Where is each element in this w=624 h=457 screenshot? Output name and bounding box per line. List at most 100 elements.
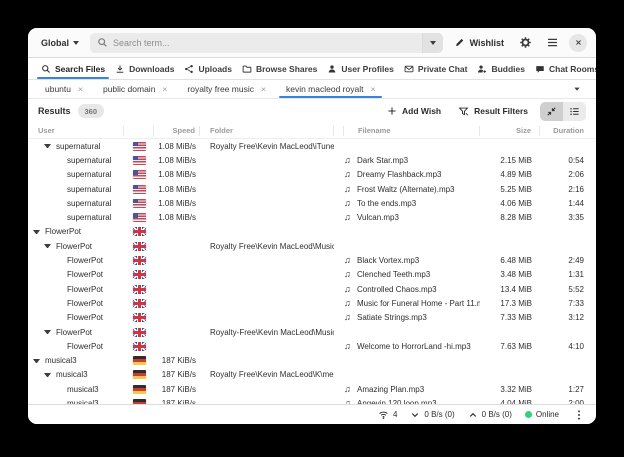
- window-close-button[interactable]: [569, 34, 587, 52]
- main-tab-bar: Search Files Downloads Uploads Browse Sh…: [28, 58, 596, 80]
- statusbar-menu-button[interactable]: [572, 408, 586, 422]
- result-filters-button[interactable]: Result Filters: [453, 103, 533, 120]
- result-row[interactable]: FlowerPot: [28, 225, 596, 239]
- username: musical3: [56, 370, 88, 379]
- connection-status[interactable]: Online: [525, 410, 559, 419]
- search-tab-kevin-macleod-royalt[interactable]: kevin macleod royalt: [279, 80, 382, 98]
- filename-cell: Dark Star.mp3: [344, 156, 480, 165]
- duration-cell: 1:27: [540, 385, 596, 394]
- collapse-all-toggle[interactable]: [540, 102, 563, 121]
- filename-text: Amazing Plan.mp3: [357, 385, 424, 394]
- search-tab-label: kevin macleod royalt: [286, 84, 363, 94]
- download-rate-indicator[interactable]: 0 B/s (0): [410, 410, 454, 420]
- result-row[interactable]: FlowerPot Welcome to HorrorLand -hi.mp3 …: [28, 339, 596, 353]
- tab-user-profiles[interactable]: User Profiles: [322, 58, 398, 79]
- country-cell: [124, 313, 154, 322]
- collapse-icon: [546, 106, 557, 117]
- close-tab-icon[interactable]: [78, 85, 83, 94]
- size-cell: 7.33 MiB: [480, 313, 540, 322]
- close-tab-icon[interactable]: [261, 85, 266, 94]
- search-tab-label: ubuntu: [45, 84, 71, 94]
- main-menu-button[interactable]: [542, 33, 562, 53]
- column-header-fname[interactable]: Filename: [344, 126, 480, 136]
- result-row[interactable]: musical3 187 KiB/s Angevin 120 loop.mp3 …: [28, 396, 596, 404]
- duration-cell: 1:31: [540, 270, 596, 279]
- result-row[interactable]: supernatural 1.08 MiB/s Dark Star.mp3 2.…: [28, 153, 596, 167]
- search-tab-royalty-free-music[interactable]: royalty free music: [180, 80, 273, 98]
- column-header-queue[interactable]: [334, 126, 344, 136]
- tab-downloads[interactable]: Downloads: [110, 58, 179, 79]
- column-header-size[interactable]: Size: [480, 126, 540, 136]
- result-row[interactable]: musical3 187 KiB/s Amazing Plan.mp3 3.32…: [28, 382, 596, 396]
- result-row[interactable]: supernatural 1.08 MiB/s To the ends.mp3 …: [28, 196, 596, 210]
- result-row[interactable]: musical3 187 KiB/s: [28, 353, 596, 367]
- username: supernatural: [67, 199, 111, 208]
- expander-icon[interactable]: [44, 373, 51, 377]
- result-row[interactable]: FlowerPot Satiate Strings.mp3 7.33 MiB 3…: [28, 311, 596, 325]
- pencil-icon: [454, 37, 465, 48]
- column-header-dur[interactable]: Duration: [540, 126, 596, 136]
- upload-rate-indicator[interactable]: 0 B/s (0): [468, 410, 512, 420]
- user-cell: FlowerPot: [28, 256, 124, 265]
- filename-cell: Satiate Strings.mp3: [344, 313, 480, 322]
- filename-cell: Frost Waltz (Alternate).mp3: [344, 185, 480, 194]
- column-header-folder[interactable]: Folder: [200, 126, 334, 136]
- close-tab-icon[interactable]: [162, 85, 167, 94]
- result-row[interactable]: FlowerPot Clenched Teeth.mp3 3.48 MiB 1:…: [28, 268, 596, 282]
- search-scope-button[interactable]: Global: [37, 35, 83, 51]
- online-status-icon: [525, 411, 532, 418]
- tab-private-chat[interactable]: Private Chat: [399, 58, 473, 79]
- tab-overview-button[interactable]: [568, 82, 586, 96]
- speed-cell: 1.08 MiB/s: [154, 185, 200, 194]
- expander-icon[interactable]: [44, 244, 51, 248]
- preferences-button[interactable]: [515, 33, 535, 53]
- gb-flag-icon: [133, 227, 146, 236]
- wishlist-button[interactable]: Wishlist: [450, 34, 508, 51]
- result-row[interactable]: supernatural 1.08 MiB/s Frost Waltz (Alt…: [28, 182, 596, 196]
- filename-cell: Vulcan.mp3: [344, 213, 480, 222]
- result-row[interactable]: musical3 187 KiB/s Royalty Free\Kevin Ma…: [28, 368, 596, 382]
- duration-cell: 2:16: [540, 185, 596, 194]
- add-wish-button[interactable]: Add Wish: [382, 103, 446, 119]
- us-flag-icon: [133, 199, 146, 208]
- music-note-icon: [344, 156, 357, 165]
- connections-indicator[interactable]: 4: [378, 409, 397, 420]
- expander-icon[interactable]: [33, 359, 40, 363]
- column-header-speed[interactable]: Speed: [154, 126, 200, 136]
- tab-chat-rooms[interactable]: Chat Rooms: [530, 58, 596, 79]
- result-row[interactable]: FlowerPot Black Vortex.mp3 6.48 MiB 2:49: [28, 253, 596, 267]
- gb-flag-icon: [133, 242, 146, 251]
- size-cell: 2.15 MiB: [480, 156, 540, 165]
- result-row[interactable]: supernatural 1.08 MiB/s Royalty Free\Kev…: [28, 139, 596, 153]
- column-header-flag[interactable]: [124, 126, 154, 136]
- result-row[interactable]: FlowerPot Controlled Chaos.mp3 13.4 MiB …: [28, 282, 596, 296]
- column-header-user[interactable]: User: [28, 126, 124, 136]
- speed-cell: 1.08 MiB/s: [154, 142, 200, 151]
- result-row[interactable]: supernatural 1.08 MiB/s Vulcan.mp3 8.28 …: [28, 210, 596, 224]
- username: supernatural: [67, 156, 111, 165]
- tab-browse-shares[interactable]: Browse Shares: [237, 58, 322, 79]
- result-row[interactable]: supernatural 1.08 MiB/s Dreamy Flashback…: [28, 168, 596, 182]
- results-table-body[interactable]: supernatural 1.08 MiB/s Royalty Free\Kev…: [28, 139, 596, 404]
- tab-search-files[interactable]: Search Files: [36, 58, 110, 79]
- search-input[interactable]: Search term...: [90, 33, 443, 53]
- search-history-dropdown-button[interactable]: [422, 33, 443, 53]
- gb-flag-icon: [133, 270, 146, 279]
- expander-icon[interactable]: [33, 230, 40, 234]
- search-tab-ubuntu[interactable]: ubuntu: [38, 80, 90, 98]
- tab-buddies[interactable]: Buddies: [472, 58, 530, 79]
- country-cell: [124, 199, 154, 208]
- result-row[interactable]: FlowerPot Royalty Free\Kevin MacLeod\Mus…: [28, 239, 596, 253]
- chevron-down-icon: [430, 41, 436, 45]
- expander-icon[interactable]: [44, 144, 51, 148]
- tab-uploads[interactable]: Uploads: [179, 58, 237, 79]
- file-grouping-toggle[interactable]: [563, 102, 586, 121]
- country-cell: [124, 370, 154, 379]
- result-row[interactable]: FlowerPot Music for Funeral Home - Part …: [28, 296, 596, 310]
- expander-icon[interactable]: [44, 330, 51, 334]
- close-tab-icon[interactable]: [370, 85, 375, 94]
- kebab-menu-icon: [573, 409, 585, 421]
- search-tab-public-domain[interactable]: public domain: [96, 80, 174, 98]
- filename-cell: Clenched Teeth.mp3: [344, 270, 480, 279]
- result-row[interactable]: FlowerPot Royalty-Free\Kevin MacLeod\Mus…: [28, 325, 596, 339]
